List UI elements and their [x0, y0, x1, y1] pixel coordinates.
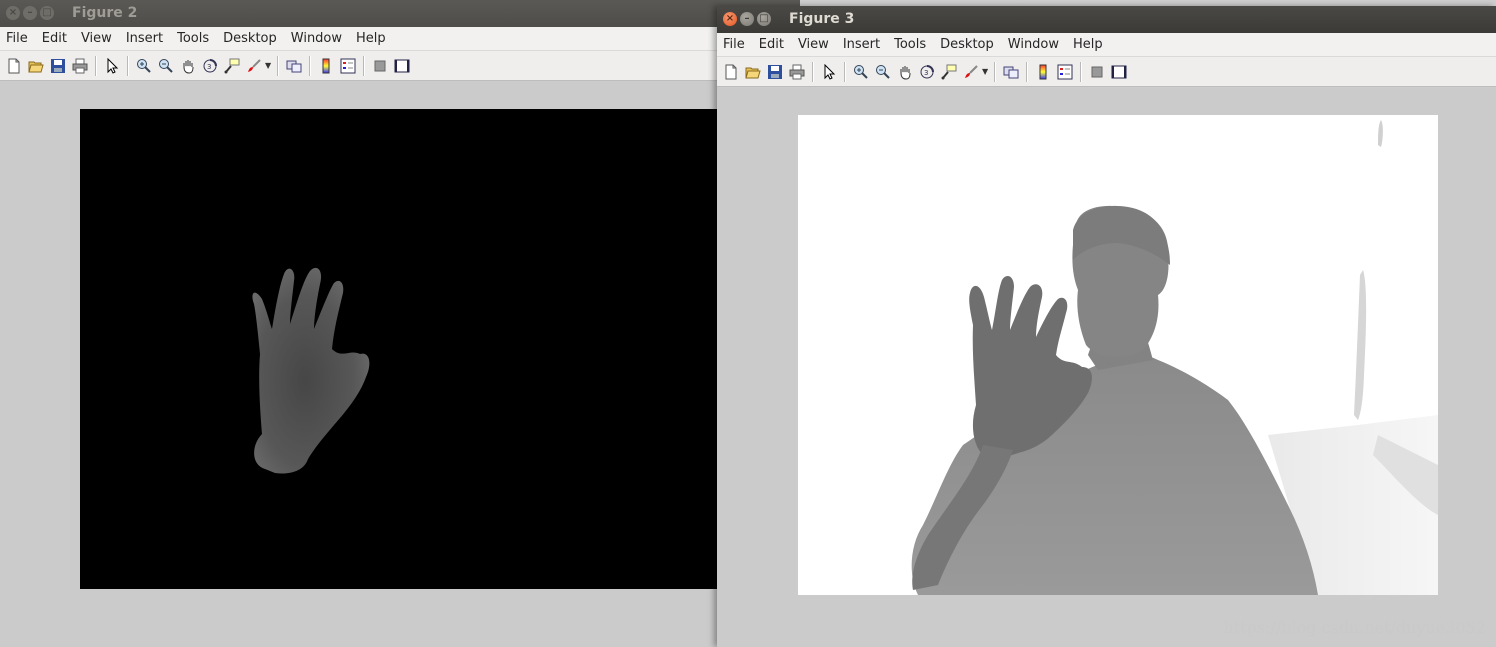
menu-desktop[interactable]: Desktop: [933, 37, 1001, 52]
figure-3-titlebar[interactable]: × – □ Figure 3: [717, 6, 1496, 33]
toolbar-separator: [812, 61, 814, 82]
menu-view[interactable]: View: [74, 31, 119, 46]
menu-help[interactable]: Help: [1066, 37, 1110, 52]
menu-tools[interactable]: Tools: [170, 31, 216, 46]
print-figure-icon[interactable]: [69, 55, 91, 77]
raw-depth-image: [911, 120, 1438, 595]
print-figure-icon[interactable]: [786, 61, 808, 83]
save-figure-icon[interactable]: [47, 55, 69, 77]
toolbar-separator: [994, 61, 996, 82]
zoom-in-icon[interactable]: [850, 61, 872, 83]
data-cursor-icon[interactable]: [938, 61, 960, 83]
menubar: File Edit View Insert Tools Desktop Wind…: [0, 27, 800, 51]
watermark-text: https://blog.csdn.net/duyue3052: [1223, 618, 1486, 637]
close-window-button[interactable]: ×: [723, 12, 737, 26]
segmented-hand-depth-image: [252, 267, 370, 474]
toolbar-separator: [95, 55, 97, 76]
menu-window[interactable]: Window: [284, 31, 349, 46]
hide-plot-tools-icon[interactable]: [1086, 61, 1108, 83]
toolbar-separator: [1026, 61, 1028, 82]
window-title: Figure 3: [789, 11, 855, 27]
minimize-window-button[interactable]: –: [23, 6, 37, 20]
new-figure-icon[interactable]: [3, 55, 25, 77]
insert-colorbar-icon[interactable]: [315, 55, 337, 77]
depth-mask-image: [80, 109, 720, 589]
menubar: File Edit View Insert Tools Desktop Wind…: [717, 33, 1496, 57]
zoom-in-icon[interactable]: [133, 55, 155, 77]
toolbar-separator: [277, 55, 279, 76]
new-figure-icon[interactable]: [720, 61, 742, 83]
menu-insert[interactable]: Insert: [119, 31, 170, 46]
maximize-window-button[interactable]: □: [40, 6, 54, 20]
figure-2-titlebar[interactable]: × – □ Figure 2: [0, 0, 800, 27]
rotate-3d-icon[interactable]: 3: [916, 61, 938, 83]
menu-edit[interactable]: Edit: [752, 37, 791, 52]
insert-colorbar-icon[interactable]: [1032, 61, 1054, 83]
rotate-3d-icon[interactable]: 3: [199, 55, 221, 77]
brush-dropdown-arrow[interactable]: ▼: [265, 61, 273, 70]
edit-plot-icon[interactable]: [818, 61, 840, 83]
toolbar-separator: [1080, 61, 1082, 82]
figure-3-window: × – □ Figure 3 File Edit View Insert Too…: [717, 6, 1496, 647]
brush-dropdown-arrow[interactable]: ▼: [982, 67, 990, 76]
save-figure-icon[interactable]: [764, 61, 786, 83]
svg-text:3: 3: [924, 69, 928, 77]
toolbar-separator: [363, 55, 365, 76]
show-plot-tools-icon[interactable]: [391, 55, 413, 77]
brush-icon[interactable]: [960, 61, 982, 83]
toolbar-separator: [127, 55, 129, 76]
toolbar-separator: [309, 55, 311, 76]
menu-tools[interactable]: Tools: [887, 37, 933, 52]
menu-file[interactable]: File: [717, 37, 752, 52]
minimize-window-button[interactable]: –: [740, 12, 754, 26]
open-file-icon[interactable]: [742, 61, 764, 83]
menu-file[interactable]: File: [0, 31, 35, 46]
menu-window[interactable]: Window: [1001, 37, 1066, 52]
menu-help[interactable]: Help: [349, 31, 393, 46]
figure-canvas: [0, 81, 800, 647]
menu-view[interactable]: View: [791, 37, 836, 52]
pan-icon[interactable]: [177, 55, 199, 77]
edit-plot-icon[interactable]: [101, 55, 123, 77]
link-plot-icon[interactable]: [1000, 61, 1022, 83]
depth-image: [798, 115, 1438, 595]
menu-insert[interactable]: Insert: [836, 37, 887, 52]
close-window-button[interactable]: ×: [6, 6, 20, 20]
pan-icon[interactable]: [894, 61, 916, 83]
menu-edit[interactable]: Edit: [35, 31, 74, 46]
svg-text:3: 3: [207, 63, 211, 71]
insert-legend-icon[interactable]: [1054, 61, 1076, 83]
data-cursor-icon[interactable]: [221, 55, 243, 77]
menu-desktop[interactable]: Desktop: [216, 31, 284, 46]
zoom-out-icon[interactable]: [872, 61, 894, 83]
open-file-icon[interactable]: [25, 55, 47, 77]
window-title: Figure 2: [72, 5, 138, 21]
hide-plot-tools-icon[interactable]: [369, 55, 391, 77]
brush-icon[interactable]: [243, 55, 265, 77]
maximize-window-button[interactable]: □: [757, 12, 771, 26]
zoom-out-icon[interactable]: [155, 55, 177, 77]
figure-canvas: https://blog.csdn.net/duyue3052: [717, 88, 1496, 647]
figure-toolbar: 3 ▼: [717, 57, 1496, 87]
figure-2-window: × – □ Figure 2 File Edit View Insert Too…: [0, 0, 800, 647]
insert-legend-icon[interactable]: [337, 55, 359, 77]
toolbar-separator: [844, 61, 846, 82]
link-plot-icon[interactable]: [283, 55, 305, 77]
show-plot-tools-icon[interactable]: [1108, 61, 1130, 83]
figure-toolbar: 3 ▼: [0, 51, 800, 81]
